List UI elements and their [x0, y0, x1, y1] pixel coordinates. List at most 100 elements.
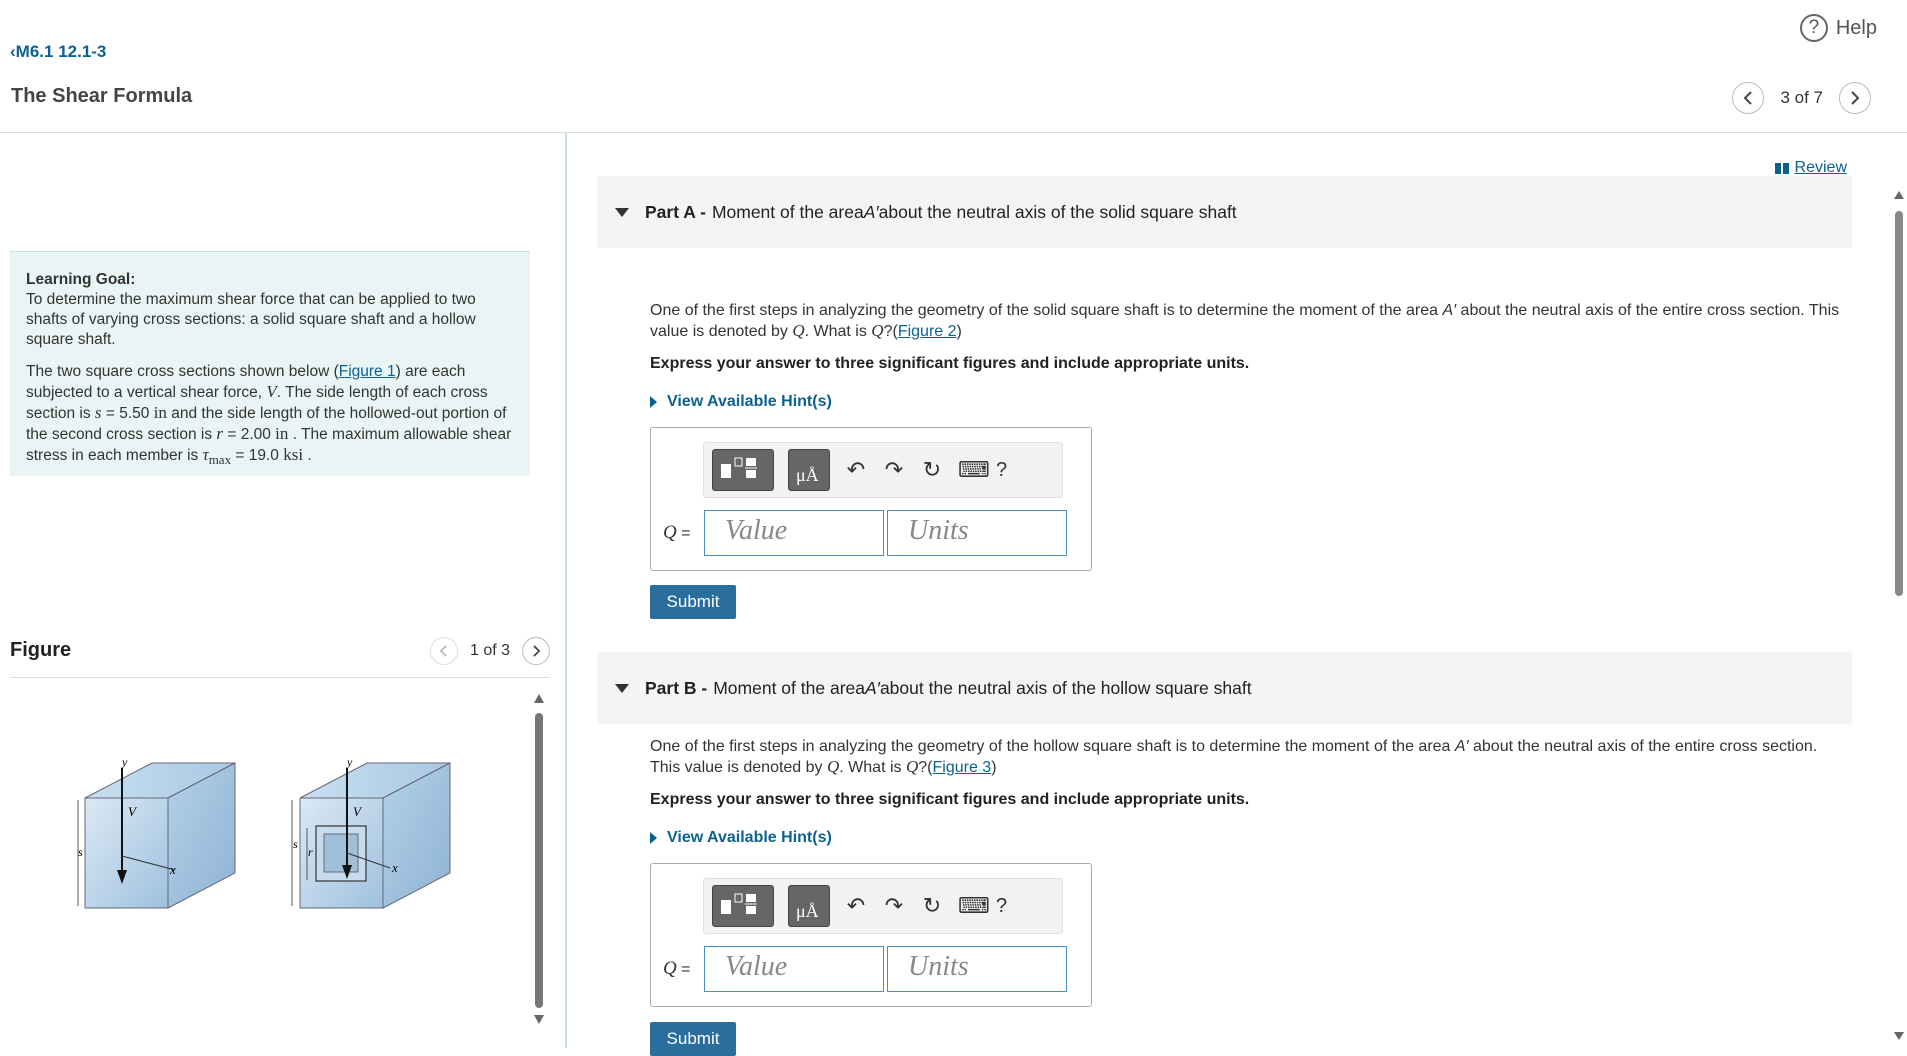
axis-label-y: y	[346, 755, 353, 769]
expand-triangle-icon	[650, 396, 657, 408]
text: ?(	[918, 759, 933, 776]
text: )	[991, 759, 997, 776]
figure-1-link[interactable]: Figure 1	[339, 363, 396, 380]
help-label: Help	[1835, 16, 1877, 39]
hollow-shaft: y V x s r	[291, 755, 451, 909]
item-pager: 3 of 7	[1732, 82, 1871, 114]
part-b-submit-button[interactable]: Submit	[650, 1022, 736, 1056]
part-b-body: One of the first steps in analyzing the …	[650, 737, 1850, 848]
axis-label-y: y	[121, 755, 128, 769]
figure-2-link[interactable]: Figure 2	[898, 323, 957, 340]
back-link-label: M6.1 12.1-3	[15, 42, 107, 61]
help-button[interactable]: ? Help	[1799, 14, 1877, 42]
math-q: Q	[905, 757, 919, 776]
text: The two square cross sections shown belo…	[26, 363, 339, 380]
math-a-prime: A′	[1454, 738, 1469, 755]
keyboard-icon[interactable]: ⌨	[958, 457, 990, 483]
chevron-left-icon	[1744, 91, 1753, 105]
q-equals-label: Q =	[663, 522, 691, 544]
unit-in: in	[275, 424, 289, 443]
part-a-units-input[interactable]: Units	[887, 510, 1067, 556]
prev-item-button[interactable]	[1732, 82, 1765, 114]
part-a-value-input[interactable]: Value	[704, 510, 884, 556]
text: )	[956, 323, 962, 340]
learning-goal-text: To determine the maximum shear force tha…	[26, 291, 476, 348]
keyboard-icon[interactable]: ⌨	[958, 893, 990, 919]
undo-icon[interactable]: ↶	[844, 893, 868, 919]
prev-figure-button[interactable]	[429, 637, 458, 665]
back-link[interactable]: ‹M6.1 12.1-3	[10, 42, 106, 62]
figure-image: y V x s y V x s r	[10, 688, 530, 1048]
part-a-header[interactable]: Part A - Moment of the area A′ about the…	[597, 176, 1852, 248]
math-q: Q	[871, 321, 884, 340]
templates-icon	[721, 893, 757, 914]
part-a-instruction: Express your answer to three significant…	[650, 355, 1250, 372]
part-b-hint-toggle[interactable]: View Available Hint(s)	[650, 828, 1850, 848]
top-bar: ‹M6.1 12.1-3 The Shear Formula ? Help 3 …	[0, 0, 1907, 133]
learning-goal-title: Learning Goal:	[26, 271, 136, 288]
units-symbols-button[interactable]: μÅ	[788, 449, 830, 491]
redo-icon[interactable]: ↷	[882, 457, 906, 483]
dimension-label-s: s	[293, 837, 298, 851]
units-symbols-button[interactable]: μÅ	[788, 885, 830, 927]
part-a-answer-box: μÅ ↶ ↷ ↻ ⌨ ? Q = Value Units	[650, 427, 1092, 571]
figure-header: Figure 1 of 3	[10, 633, 550, 678]
templates-icon	[721, 457, 757, 478]
reset-icon[interactable]: ↻	[920, 457, 944, 483]
text: . What is	[839, 759, 906, 776]
chevron-right-icon	[1851, 91, 1860, 105]
chevron-left-icon	[440, 645, 448, 657]
main-scrollbar[interactable]	[1891, 187, 1907, 1047]
part-b-label: Part B -	[645, 677, 708, 698]
part-b-units-input[interactable]: Units	[887, 946, 1067, 992]
item-pager-label: 3 of 7	[1780, 88, 1823, 107]
next-item-button[interactable]	[1839, 82, 1871, 114]
part-b-value-input[interactable]: Value	[704, 946, 884, 992]
templates-button[interactable]	[712, 449, 774, 491]
collapse-triangle-icon	[615, 683, 629, 693]
math-a-prime: A′	[1442, 302, 1457, 319]
equals-sign: =	[676, 961, 691, 978]
part-b-instruction: Express your answer to three significant…	[650, 791, 1250, 808]
dimension-label-s: s	[78, 845, 83, 859]
math-a-prime: A′	[864, 677, 880, 698]
math-toolbar: μÅ ↶ ↷ ↻ ⌨ ?	[703, 442, 1063, 498]
templates-button[interactable]	[712, 885, 774, 927]
part-b-header[interactable]: Part B - Moment of the area A′ about the…	[597, 652, 1852, 724]
text: = 5.50	[101, 405, 154, 422]
math-q: Q	[663, 522, 677, 543]
scrollbar-graphic	[534, 694, 544, 1024]
part-a-submit-button[interactable]: Submit	[650, 585, 736, 619]
hint-label: View Available Hint(s)	[667, 829, 832, 846]
figure-scrollbar[interactable]	[533, 688, 545, 1028]
mu-angstrom-icon: μÅ	[796, 901, 819, 921]
math-v: V	[266, 382, 277, 401]
part-a-hint-toggle[interactable]: View Available Hint(s)	[650, 392, 1850, 412]
figure-title: Figure	[10, 639, 72, 661]
left-pane: Learning Goal: To determine the maximum …	[0, 133, 567, 1048]
unit-ksi: ksi	[283, 445, 304, 464]
mu-angstrom-icon: μÅ	[796, 465, 819, 485]
dimension-label-r: r	[308, 845, 313, 859]
right-pane: Review Part A - Moment of the area A′ ab…	[567, 133, 1907, 1056]
toolbar-help-icon[interactable]: ?	[996, 459, 1007, 482]
text: ?(	[883, 323, 898, 340]
math-toolbar: μÅ ↶ ↷ ↻ ⌨ ?	[703, 878, 1063, 934]
book-icon	[1774, 162, 1789, 174]
page-title: The Shear Formula	[11, 85, 193, 107]
redo-icon[interactable]: ↷	[882, 893, 906, 919]
text: = 2.00	[223, 426, 276, 443]
reset-icon[interactable]: ↻	[920, 893, 944, 919]
figure-pager: 1 of 3	[429, 637, 550, 665]
solid-shaft: y V x s	[77, 755, 236, 909]
undo-icon[interactable]: ↶	[844, 457, 868, 483]
math-q: Q	[663, 958, 677, 979]
toolbar-help-icon[interactable]: ?	[996, 895, 1007, 918]
figure-3-link[interactable]: Figure 3	[932, 759, 991, 776]
next-figure-button[interactable]	[522, 637, 550, 665]
review-link[interactable]: Review	[1774, 159, 1847, 177]
text: = 19.0	[231, 447, 284, 464]
review-label: Review	[1794, 159, 1847, 176]
figure-pager-label: 1 of 3	[469, 642, 510, 659]
part-b-description: One of the first steps in analyzing the …	[650, 737, 1850, 778]
